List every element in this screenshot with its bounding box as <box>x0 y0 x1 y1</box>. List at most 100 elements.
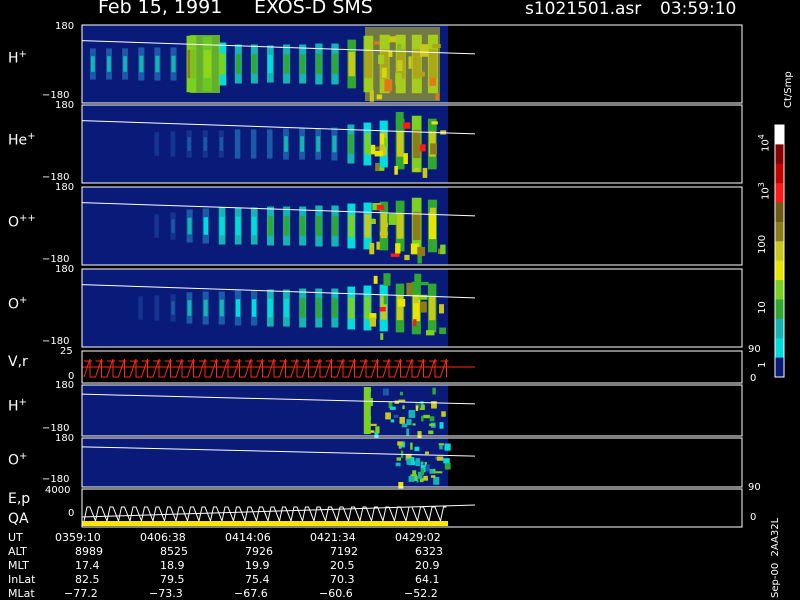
ytick-max: 180 <box>55 182 75 193</box>
colorbar-tick: 103 <box>757 182 772 200</box>
spectral-core <box>316 215 322 237</box>
colorbar <box>774 124 785 378</box>
spectral-core <box>300 216 306 236</box>
spectral-core <box>219 216 225 236</box>
spectral-pixel <box>420 281 429 286</box>
spectral-core <box>91 303 93 313</box>
spectral-core <box>139 138 142 150</box>
spectral-core <box>219 53 226 75</box>
spectral-pixel <box>412 423 416 426</box>
spectral-pixel <box>413 167 420 172</box>
spectral-pixel <box>406 428 410 437</box>
spectral-pixel <box>376 204 385 210</box>
ephemeris-value: 6323 <box>415 545 443 558</box>
ephemeris-value: −73.3 <box>149 587 183 600</box>
spectral-core <box>332 135 337 153</box>
colorbar-swatch <box>775 163 784 184</box>
spectral-core <box>203 217 209 235</box>
label-he-plus: He+ <box>8 131 36 149</box>
spectral-core <box>284 136 288 152</box>
spectral-core <box>123 56 127 72</box>
ephemeris-value: 7192 <box>330 545 358 558</box>
spectral-core <box>139 220 142 232</box>
spectral-pixel <box>369 242 375 255</box>
spectral-core <box>268 136 272 152</box>
spectral-core <box>155 220 158 232</box>
spectral-core <box>332 215 338 237</box>
ephemeris-value: 0429:02 <box>395 531 441 544</box>
spectral-pixel <box>390 253 400 257</box>
spectral-core <box>123 221 126 231</box>
ephemeris-value: 18.9 <box>160 559 185 572</box>
ephemeris-value: 79.5 <box>160 573 185 586</box>
ytick-min: 0 <box>68 508 75 519</box>
ephemeris-value: 70.3 <box>330 573 355 586</box>
spectral-pixel <box>439 422 444 429</box>
spectral-core <box>251 216 257 236</box>
spectral-pixel <box>439 304 445 314</box>
ephemeris-label: UT <box>8 531 23 544</box>
spectral-pixel <box>395 111 404 124</box>
spectral-core <box>155 55 160 73</box>
ytick-max: 180 <box>55 264 75 275</box>
colorbar-swatch <box>775 357 784 378</box>
spectral-pixel <box>423 475 428 481</box>
label-o-plus-2: O+ <box>8 451 28 469</box>
spectral-pixel <box>379 133 385 145</box>
spectral-pixel <box>395 243 401 254</box>
ephemeris-value: 75.4 <box>245 573 270 586</box>
colorbar-swatch <box>775 125 784 145</box>
ytick-max: 180 <box>55 380 75 391</box>
spectral-pixel <box>413 319 417 327</box>
spectral-core <box>268 298 273 318</box>
h-burst <box>190 35 220 93</box>
spectral-pixel <box>397 298 406 307</box>
spectral-pixel <box>383 294 388 305</box>
spectral-pixel <box>431 121 438 125</box>
spectral-pixel <box>380 333 384 340</box>
spectral-core <box>187 137 191 151</box>
spectral-pixel <box>376 241 380 250</box>
spectral-pixel <box>395 462 401 467</box>
ephemeris-value: 7926 <box>245 545 273 558</box>
spectral-core <box>412 211 421 241</box>
spectral-pixel <box>439 445 443 450</box>
spectral-pixel <box>429 468 434 474</box>
spectral-core <box>203 299 208 317</box>
ephemeris-value: 82.5 <box>75 573 100 586</box>
spectral-pixel <box>373 275 378 284</box>
ephemeris-value: 64.1 <box>415 573 440 586</box>
spectral-pixel <box>404 254 410 261</box>
spectral-pixel <box>369 317 377 327</box>
spectral-pixel <box>371 218 375 223</box>
spectral-core <box>428 212 437 240</box>
spectral-core <box>251 136 256 152</box>
spectral-pixel <box>443 458 450 464</box>
spectral-pixel <box>429 423 435 427</box>
spectral-core <box>139 302 142 314</box>
spectral-core <box>123 139 126 149</box>
spectral-core <box>300 298 306 318</box>
ephemeris-value: −77.2 <box>64 587 98 600</box>
ephemeris-value: −67.6 <box>234 587 268 600</box>
ephemeris-value: 0421:34 <box>310 531 356 544</box>
panel-2 <box>81 186 743 266</box>
label-o-plus: O+ <box>8 295 28 313</box>
spectral-pixel <box>431 401 437 409</box>
spectral-core <box>348 297 355 319</box>
spectral-pixel <box>444 443 451 451</box>
ephemeris-label: MLT <box>8 559 29 572</box>
colorbar-tick: 10 <box>757 301 768 314</box>
spectral-core <box>155 138 158 150</box>
spectral-pixel <box>414 446 420 452</box>
spectral-core <box>396 213 404 239</box>
spectral-pixel <box>383 273 391 286</box>
spectral-pixel <box>440 244 446 255</box>
spectral-core <box>348 214 355 238</box>
spectral-core <box>251 299 257 317</box>
spectral-pixel <box>402 405 405 410</box>
spectral-pixel <box>397 441 403 446</box>
spectral-pixel <box>389 406 396 410</box>
colorbar-tick: 1 <box>757 361 768 368</box>
spectral-pixel <box>379 231 388 236</box>
